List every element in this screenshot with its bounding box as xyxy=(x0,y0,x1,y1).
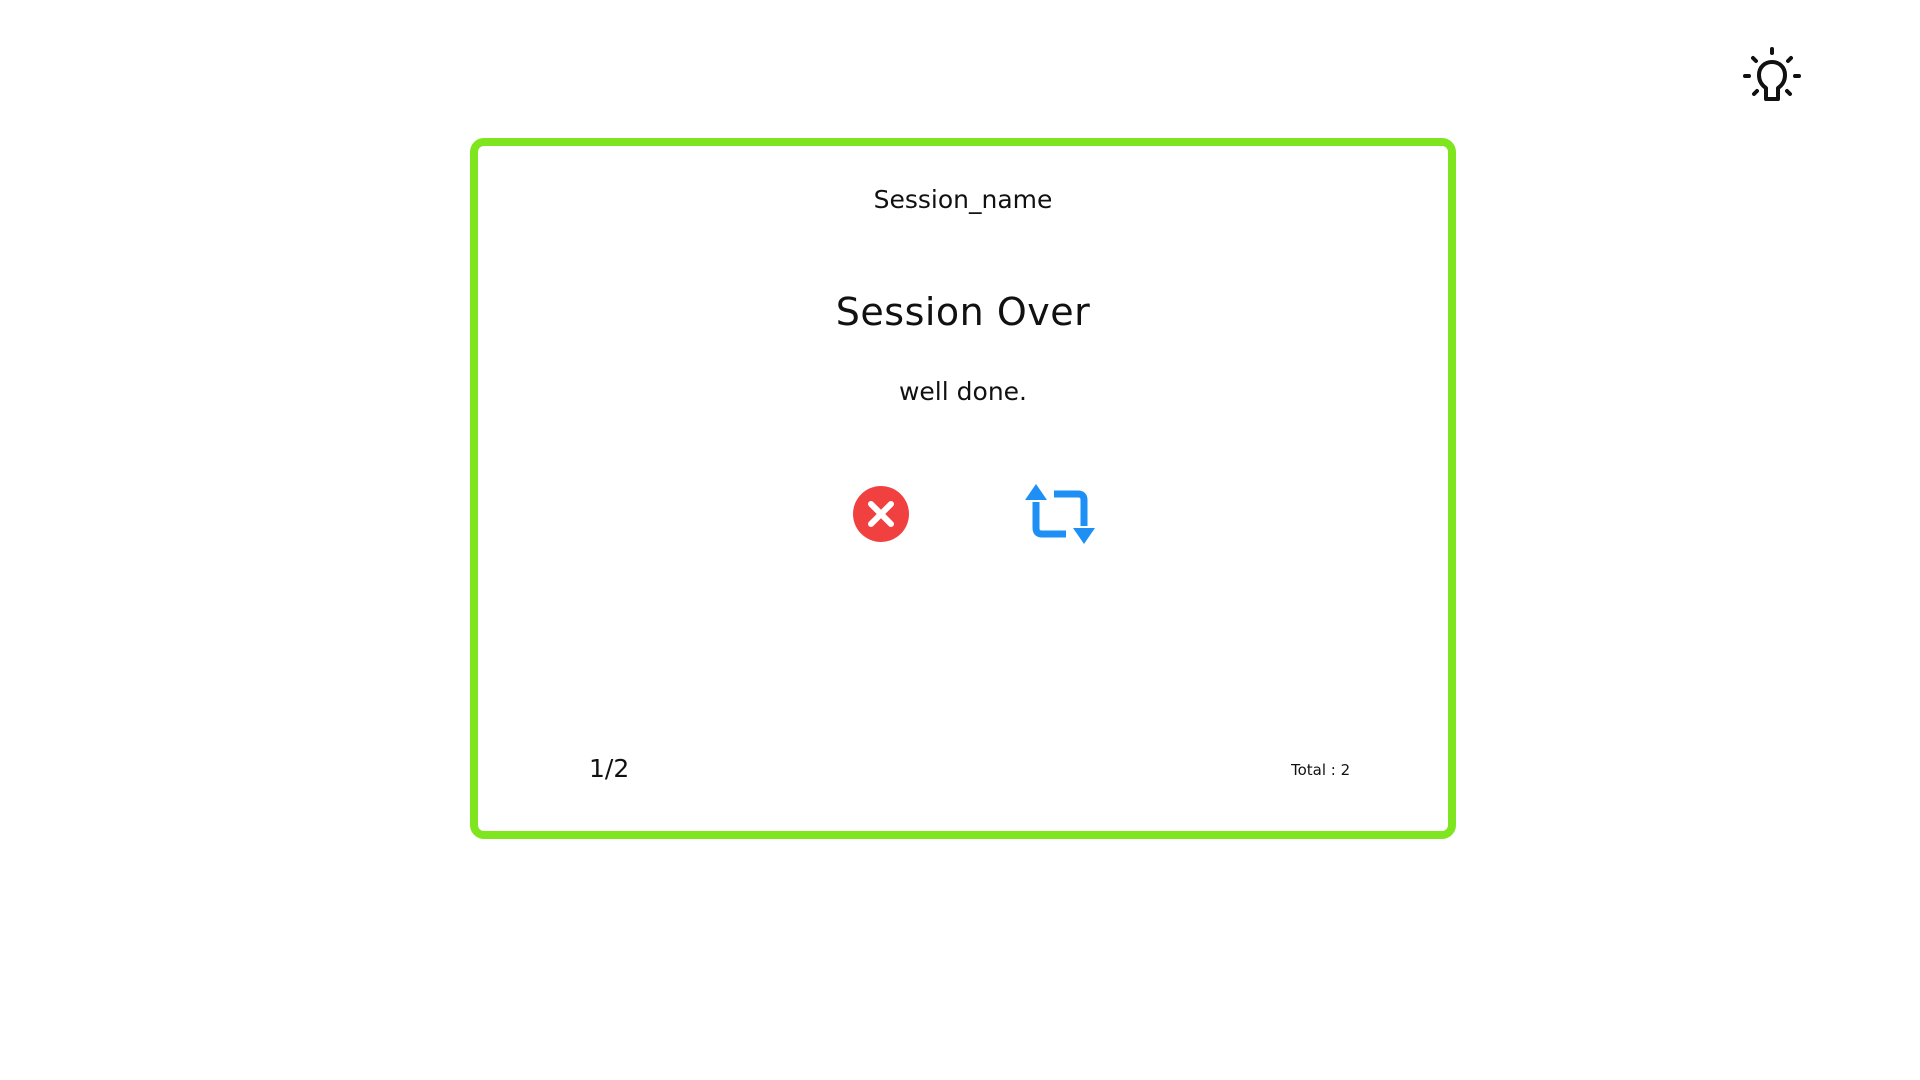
close-button[interactable] xyxy=(851,484,911,544)
theme-toggle-button[interactable] xyxy=(1740,44,1804,108)
repeat-icon xyxy=(1025,484,1095,544)
restart-button[interactable] xyxy=(1024,482,1096,546)
page: Session_name Session Over well done. 1/2… xyxy=(0,0,1920,1080)
session-card: Session_name Session Over well done. 1/2… xyxy=(470,138,1456,839)
close-circle-icon xyxy=(853,486,909,542)
total-count: Total : 2 xyxy=(1291,761,1351,779)
progress-counter: 1/2 xyxy=(589,754,630,783)
lightbulb-icon xyxy=(1743,47,1801,101)
session-over-title: Session Over xyxy=(835,290,1091,334)
session-name: Session_name xyxy=(873,185,1053,214)
completion-message: well done. xyxy=(898,377,1027,406)
